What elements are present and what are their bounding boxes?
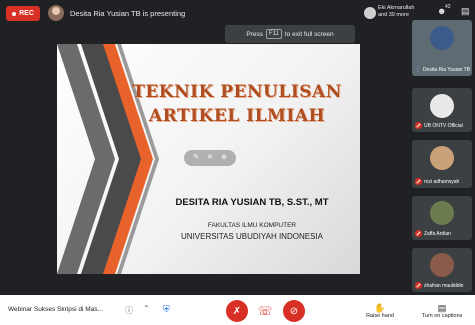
- mic-toggle-button[interactable]: ✗: [226, 300, 248, 322]
- participant-avatar: [430, 201, 454, 225]
- participant-avatar: [430, 146, 454, 170]
- chat-icon[interactable]: ▤: [461, 6, 470, 17]
- participant-tile[interactable]: rozi adhamsyah: [412, 140, 472, 188]
- raise-hand-icon: ✋: [374, 303, 386, 313]
- close-circle-icon[interactable]: ⊗: [221, 154, 227, 162]
- eraser-icon[interactable]: ✕: [207, 154, 213, 162]
- captions-icon: ▤: [437, 303, 447, 313]
- tooltip-suffix: to exit full screen: [284, 30, 334, 38]
- mic-off-icon: [415, 178, 422, 185]
- presenting-text: Desita Ria Yusian TB is presenting: [70, 9, 186, 18]
- participant-label: Zaffa Ardian: [415, 230, 451, 237]
- presenter-avatar: [48, 5, 64, 21]
- captions-button[interactable]: ▤ Turn on captions: [412, 303, 472, 319]
- slide-author: DESITA RIA YUSIAN TB, S.ST., MT: [175, 197, 329, 208]
- slide-title: TEKNIK PENULISAN ARTIKEL ILMIAH: [127, 80, 347, 128]
- pen-icon[interactable]: ✎: [193, 154, 199, 162]
- top-bar: REC Desita Ria Yusian TB is presenting E…: [0, 0, 414, 28]
- participant-label: zhafran mauliddin: [415, 282, 463, 289]
- participant-tile[interactable]: Zaffa Ardian: [412, 196, 472, 240]
- viewers-more: and 39 more: [378, 12, 409, 18]
- speaking-icon: ⋮: [415, 67, 421, 73]
- camera-toggle-button[interactable]: ⊘: [283, 300, 305, 322]
- participant-avatar: [430, 94, 454, 118]
- meeting-name: Webinar Sukses Skripsi di Mas...: [8, 306, 103, 313]
- meet-window: REC Desita Ria Yusian TB is presenting E…: [0, 0, 475, 325]
- rec-label: REC: [19, 10, 34, 17]
- participant-name: zhafran mauliddin: [424, 282, 464, 289]
- participant-label: ⋮ Desita Ria Yusian TB: [415, 66, 471, 74]
- captions-label: Turn on captions: [421, 313, 463, 319]
- participant-label: rozi adhamsyah: [415, 178, 459, 185]
- viewer-avatar: [364, 7, 376, 19]
- participant-name: rozi adhamsyah: [424, 178, 460, 185]
- raise-hand-label: Raise hand: [366, 313, 394, 319]
- slide-faculty: FAKULTAS ILMU KOMPUTER: [207, 222, 297, 229]
- slide-title-line2: ARTIKEL ILMIAH: [148, 106, 326, 126]
- mic-off-icon: [415, 282, 422, 289]
- slide-title-line1: TEKNIK PENULISAN: [132, 82, 342, 102]
- slide-university: UNIVERSITAS UBUDIYAH INDONESIA: [181, 232, 323, 241]
- mic-off-icon: [415, 230, 422, 237]
- participant-name: UB ONTV Official: [424, 122, 463, 129]
- participant-tile[interactable]: zhafran mauliddin: [412, 248, 472, 292]
- bottom-control-bar: Webinar Sukses Skripsi di Mas... ⓘ ⌃ ⛨ ✗…: [0, 295, 475, 325]
- tooltip-prefix: Press: [246, 30, 263, 38]
- record-dot-icon: [12, 11, 17, 16]
- hang-up-icon: ☏: [257, 304, 273, 318]
- viewers-name: Eki Akmarullah: [378, 5, 415, 11]
- shield-icon[interactable]: ⛨: [163, 304, 170, 315]
- mic-off-icon: [415, 122, 422, 129]
- recording-badge: REC: [6, 6, 40, 21]
- annotation-toolbar: ✎ ✕ ⊗: [184, 150, 236, 166]
- raise-hand-button[interactable]: ✋ Raise hand: [360, 303, 400, 319]
- chevron-up-icon[interactable]: ⌃: [143, 304, 150, 313]
- people-count: 42: [445, 4, 451, 10]
- participant-tile[interactable]: ⋮ Desita Ria Yusian TB: [412, 20, 472, 76]
- participant-name: Desita Ria Yusian TB: [423, 66, 471, 73]
- participant-tile[interactable]: UB ONTV Official: [412, 88, 472, 132]
- info-icon[interactable]: ⓘ: [125, 305, 133, 316]
- leave-call-button[interactable]: ☏: [254, 300, 276, 322]
- camera-off-icon: ⊘: [289, 305, 299, 317]
- tooltip-key: F11: [265, 29, 282, 39]
- fullscreen-tooltip: Press F11 to exit full screen: [225, 25, 355, 43]
- participant-avatar: [430, 253, 454, 277]
- participant-label: UB ONTV Official: [415, 122, 463, 129]
- participant-name: Zaffa Ardian: [424, 230, 451, 237]
- viewers-info: Eki Akmarullah and 39 more: [378, 5, 416, 19]
- participant-video: [430, 26, 454, 50]
- presentation-slide: TEKNIK PENULISAN ARTIKEL ILMIAH ✎ ✕ ⊗ DE…: [57, 44, 360, 274]
- mic-off-icon: ✗: [232, 305, 242, 317]
